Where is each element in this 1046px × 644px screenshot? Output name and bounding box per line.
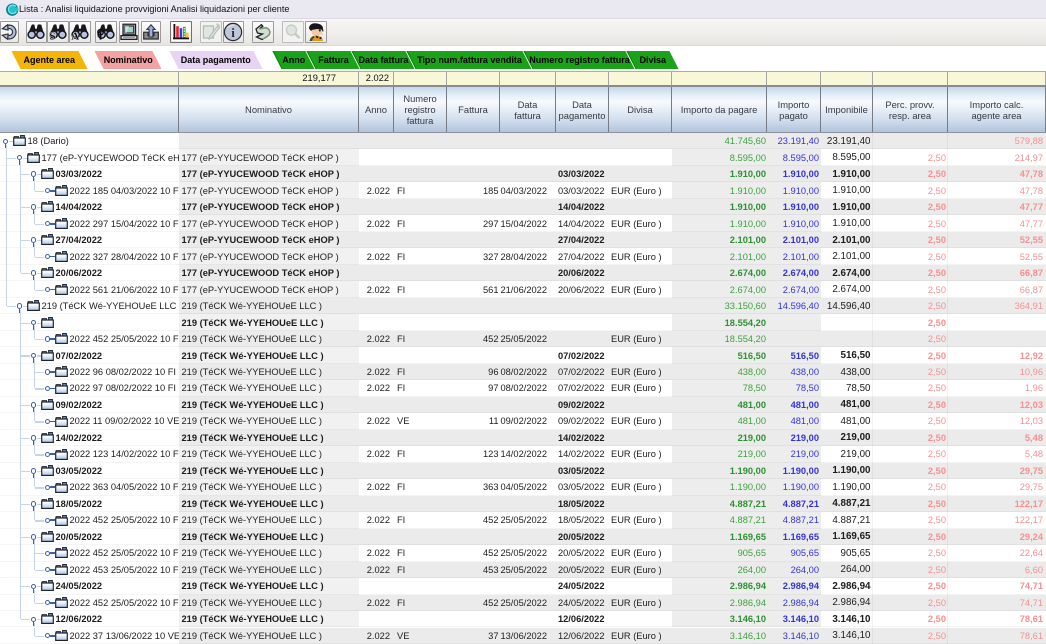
svg-text:S: S xyxy=(49,30,55,39)
svg-text:i: i xyxy=(232,25,236,40)
svg-text:A: A xyxy=(71,30,79,39)
